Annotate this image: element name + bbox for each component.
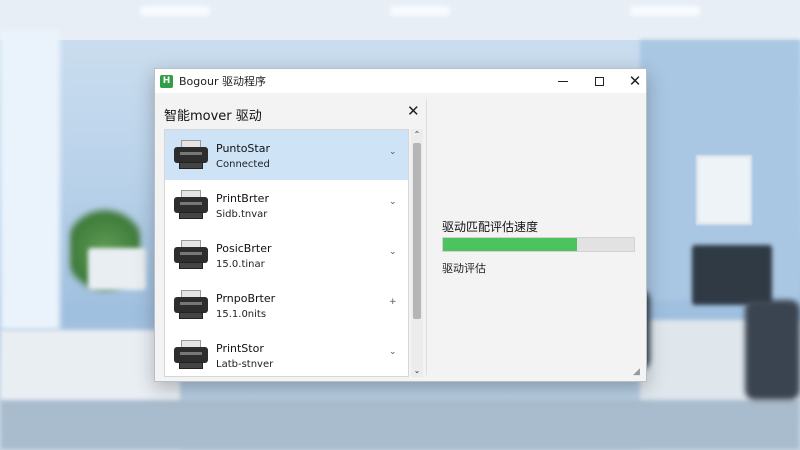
printer-list-item[interactable]: PrintStor Latb-stnver ⌄ — [165, 330, 408, 376]
printer-name: PrintStor — [216, 342, 264, 355]
printer-panel: 智能mover 驱动 ✕ PuntoStar Connected ⌄ PrintBrt… — [155, 93, 426, 381]
printer-name: PosicBrter — [216, 242, 272, 255]
scroll-down-icon[interactable]: ⌄ — [411, 365, 423, 377]
chevron-down-icon[interactable]: ⌄ — [389, 247, 397, 257]
minimize-button[interactable] — [545, 69, 581, 93]
ceiling-light — [630, 6, 700, 16]
printer-status: 15.1.0nits — [216, 309, 267, 320]
progress-label: 驱动匹配评估速度 — [442, 220, 539, 234]
printer-status: Sidb.tnvar — [216, 209, 268, 220]
printer-icon — [174, 340, 208, 370]
window-title: Bogour 驱动程序 — [179, 75, 266, 88]
printer-list-item[interactable]: PrintBrter Sidb.tnvar ⌄ — [165, 180, 408, 230]
printer-name: PrintBrter — [216, 192, 269, 205]
office-monitor — [692, 245, 772, 305]
close-icon: ✕ — [628, 72, 642, 90]
ceiling-light — [390, 6, 450, 16]
office-window — [0, 30, 60, 330]
printer-icon — [174, 140, 208, 170]
chevron-down-icon[interactable]: ⌄ — [389, 197, 397, 207]
progress-sub-label: 驱动评估 — [442, 262, 486, 275]
printer-name: PuntoStar — [216, 142, 270, 155]
panel-title: 智能mover 驱动 — [164, 109, 262, 124]
printer-name: PrnpoBrter — [216, 292, 276, 305]
scroll-thumb[interactable] — [413, 143, 421, 319]
close-window-button[interactable]: ✕ — [617, 69, 653, 93]
printer-list: PuntoStar Connected ⌄ PrintBrter Sidb.tnvar ⌄… — [164, 129, 409, 377]
printer-list-item[interactable]: PrnpoBrter 15.1.0nits + — [165, 280, 408, 330]
minimize-icon — [558, 80, 568, 82]
chevron-down-icon[interactable]: + — [389, 297, 397, 307]
chevron-down-icon[interactable]: ⌄ — [389, 347, 397, 357]
printer-status: Latb-stnver — [216, 359, 274, 370]
maximize-button[interactable] — [581, 69, 617, 93]
driver-window: H Bogour 驱动程序 ✕ 智能mover 驱动 ✕ PuntoStar Co… — [154, 68, 647, 382]
title-bar: H Bogour 驱动程序 ✕ — [155, 69, 646, 93]
list-scrollbar[interactable]: ⌃ ⌄ — [411, 129, 423, 377]
printer-list-item[interactable]: PosicBrter 15.0.tinar ⌄ — [165, 230, 408, 280]
printer-icon — [174, 240, 208, 270]
scroll-up-icon[interactable]: ⌃ — [411, 129, 423, 141]
office-chair — [745, 300, 800, 400]
progress-bar — [442, 237, 635, 252]
chevron-down-icon[interactable]: ⌄ — [389, 147, 397, 157]
status-panel: 驱动匹配评估速度 驱动评估 — [427, 93, 646, 381]
progress-fill — [443, 238, 577, 251]
office-monitor — [88, 248, 146, 290]
app-icon: H — [160, 74, 173, 88]
printer-list-item[interactable]: PuntoStar Connected ⌄ — [165, 130, 408, 180]
panel-close-button[interactable]: ✕ — [407, 102, 420, 120]
wall-picture — [696, 155, 752, 225]
maximize-icon — [594, 76, 604, 86]
printer-icon — [174, 290, 208, 320]
printer-status: Connected — [216, 159, 270, 170]
ceiling-light — [140, 6, 210, 16]
printer-icon — [174, 190, 208, 220]
printer-status: 15.0.tinar — [216, 259, 265, 270]
office-floor — [0, 400, 800, 450]
resize-grip-icon[interactable]: ◢ — [633, 367, 645, 379]
